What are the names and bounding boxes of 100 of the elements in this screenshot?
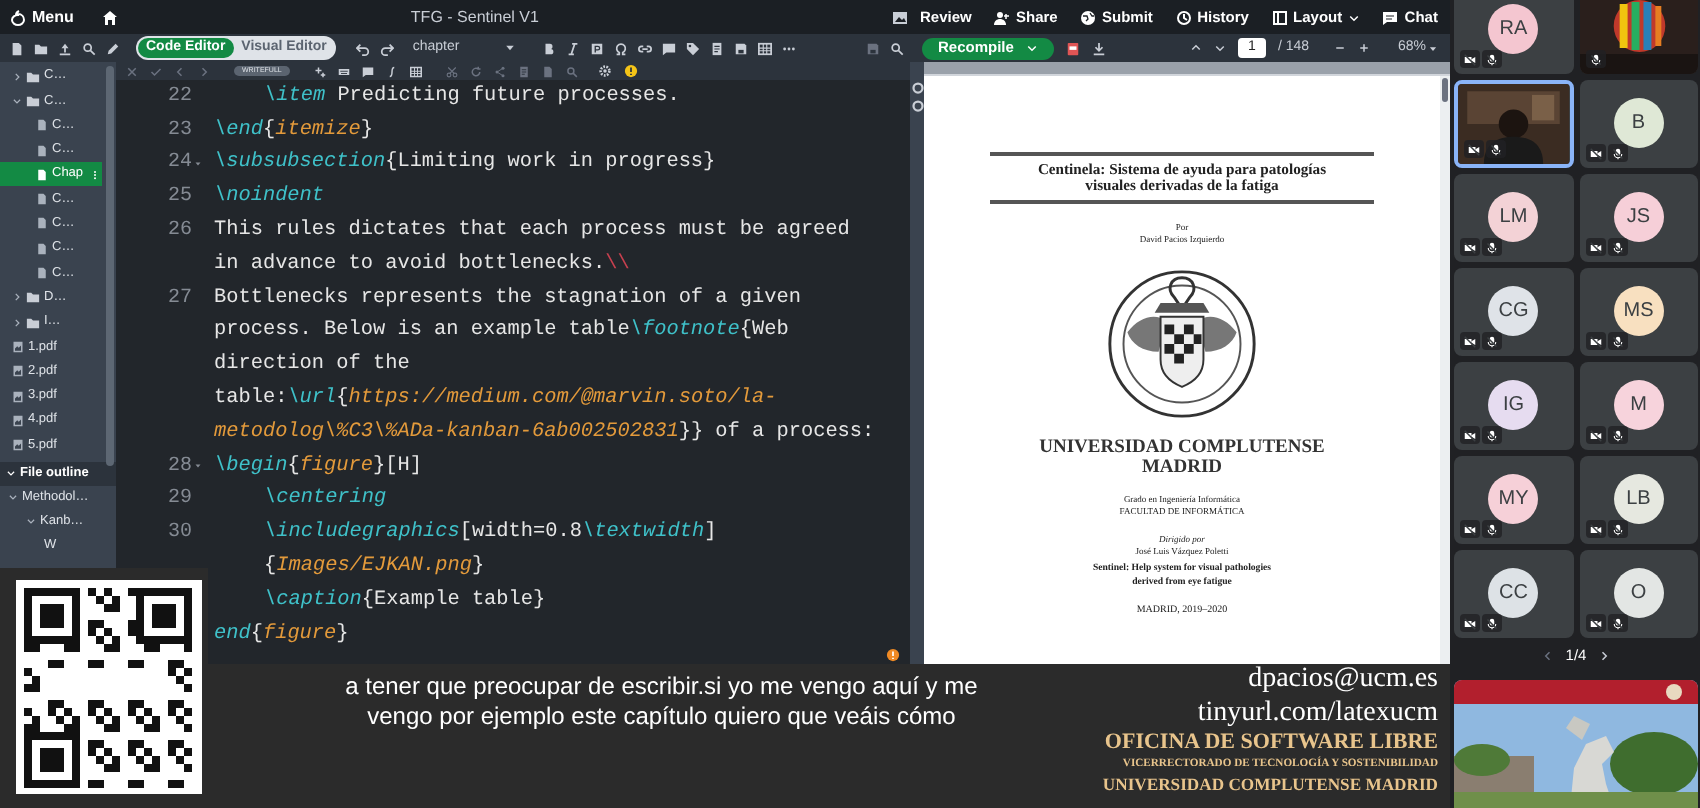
email-text: dpacios@ucm.es bbox=[1248, 662, 1438, 696]
warning-icon[interactable] bbox=[886, 648, 900, 662]
previous-page-icon[interactable] bbox=[1189, 42, 1202, 54]
camera-off-icon bbox=[1464, 335, 1476, 347]
omega-icon[interactable] bbox=[614, 41, 629, 55]
scrollbar[interactable] bbox=[1442, 78, 1448, 102]
code-line: \noindent bbox=[214, 183, 325, 213]
office-name: OFICINA DE SOFTWARE LIBRE bbox=[1104, 730, 1438, 754]
next-page-icon[interactable] bbox=[1213, 42, 1226, 54]
camera-off-icon bbox=[1589, 429, 1601, 441]
home-icon[interactable] bbox=[101, 9, 118, 25]
document-icon[interactable] bbox=[710, 41, 725, 55]
comment-icon[interactable] bbox=[662, 41, 677, 55]
code-line: direction of the bbox=[214, 351, 410, 381]
camera-off-icon bbox=[1589, 241, 1601, 253]
code-line: \item Predicting future processes. bbox=[262, 83, 680, 112]
line-number: 26 bbox=[165, 218, 192, 247]
chevron-down-icon bbox=[26, 516, 36, 527]
next-icon[interactable] bbox=[1598, 650, 1611, 662]
avatar: MS bbox=[1613, 286, 1664, 336]
globe-icon bbox=[1080, 9, 1096, 25]
chevron-down-icon bbox=[6, 468, 16, 479]
university-name: MADRID bbox=[1141, 458, 1223, 478]
download-icon[interactable] bbox=[1091, 41, 1106, 55]
chevron-right-icon[interactable] bbox=[198, 65, 210, 77]
scissors-icon[interactable] bbox=[445, 65, 458, 77]
line-number: 28 bbox=[165, 453, 192, 482]
sparkle-icon[interactable] bbox=[313, 65, 326, 77]
avatar: M bbox=[1613, 380, 1664, 430]
camera-off-icon bbox=[1589, 617, 1601, 629]
chevron-down-icon bbox=[12, 95, 22, 106]
previous-icon[interactable] bbox=[1541, 650, 1554, 662]
window-title: TFG - Sentinel V1 bbox=[408, 5, 541, 29]
notification-icon[interactable] bbox=[623, 64, 638, 78]
share-icon[interactable] bbox=[493, 65, 506, 77]
tag-icon[interactable] bbox=[686, 41, 701, 55]
code-line: in advance to avoid bottlenecks.\\ bbox=[214, 251, 630, 280]
code-line: table:\url{https://medium.com/@marvin.soto/la- bbox=[214, 385, 777, 414]
university-name: UNIVERSIDAD COMPLUTENSE MADRID bbox=[1102, 774, 1438, 794]
code-line: This rules dictates that each process must be agreed bbox=[214, 217, 850, 246]
line-number: 24 bbox=[165, 150, 192, 179]
image-icon[interactable] bbox=[892, 9, 908, 25]
chevron-down-icon bbox=[8, 492, 18, 503]
caret-icon bbox=[1348, 11, 1361, 23]
camera-off-icon bbox=[1464, 523, 1476, 535]
bold-icon[interactable] bbox=[542, 41, 557, 55]
code-line: {Images/EJKAN.png} bbox=[262, 553, 485, 582]
line-number: 25 bbox=[165, 184, 192, 213]
zoom-out-icon[interactable] bbox=[1333, 42, 1346, 54]
caret-icon bbox=[504, 42, 517, 54]
mic-off-icon bbox=[1486, 335, 1498, 347]
reference-icon[interactable] bbox=[590, 41, 605, 55]
avatar: O bbox=[1613, 568, 1664, 618]
link-icon[interactable] bbox=[638, 41, 653, 55]
table-icon[interactable] bbox=[409, 65, 422, 77]
camera-off-icon bbox=[1464, 241, 1476, 253]
mic-off-icon bbox=[1486, 53, 1498, 65]
code-line: end{figure} bbox=[214, 621, 349, 649]
check-icon[interactable] bbox=[150, 65, 162, 77]
camera-off-icon bbox=[1589, 147, 1601, 159]
mic-off-icon bbox=[1486, 523, 1498, 535]
chevron-left-icon[interactable] bbox=[174, 65, 186, 77]
zoom-in-icon[interactable] bbox=[1357, 42, 1370, 54]
avatar: LB bbox=[1613, 474, 1664, 524]
camera-off-icon bbox=[1464, 53, 1476, 65]
avatar: CG bbox=[1488, 286, 1539, 336]
menu-button[interactable]: Menu bbox=[10, 5, 74, 29]
line-number: 27 bbox=[165, 285, 192, 314]
undo-icon[interactable] bbox=[356, 41, 371, 55]
upload-icon[interactable] bbox=[58, 41, 72, 55]
code-line: metodolog\%C3\%ADa-kanban-6ab002502831}} of a process: bbox=[214, 419, 875, 448]
mic-off-icon bbox=[1611, 147, 1623, 159]
chevron-right-icon bbox=[12, 317, 22, 328]
gear-icon[interactable] bbox=[597, 64, 612, 78]
keyboard-icon[interactable] bbox=[337, 65, 350, 77]
leaf-icon bbox=[10, 9, 26, 25]
save-icon[interactable] bbox=[734, 41, 749, 55]
pencil-icon[interactable] bbox=[106, 41, 120, 55]
refresh-icon[interactable] bbox=[469, 65, 482, 77]
table-icon[interactable] bbox=[758, 41, 773, 55]
close-icon[interactable] bbox=[126, 65, 138, 77]
code-line: process. Below is an example table\footnote{Web bbox=[214, 317, 789, 347]
redo-icon[interactable] bbox=[380, 41, 395, 55]
pdf-icon[interactable] bbox=[1065, 41, 1080, 55]
caret-icon bbox=[1428, 43, 1438, 53]
code-line: \includegraphics[width=0.8\textwidth] bbox=[262, 519, 717, 549]
new-file-icon[interactable] bbox=[10, 41, 24, 55]
code-line: \begin{figure}[H] bbox=[214, 453, 422, 482]
image-file-icon bbox=[12, 413, 24, 428]
scrollbar[interactable] bbox=[106, 66, 114, 466]
image-file-icon bbox=[12, 339, 24, 354]
integral-icon[interactable] bbox=[385, 65, 398, 77]
mic-off-icon bbox=[1490, 143, 1502, 155]
chevron-right-icon bbox=[12, 292, 22, 303]
caret-icon bbox=[1025, 42, 1038, 54]
avatar: JS bbox=[1613, 192, 1664, 242]
camera-off-icon bbox=[1464, 617, 1476, 629]
mic-off-icon bbox=[1611, 241, 1623, 253]
camera-off-icon bbox=[1464, 429, 1476, 441]
italic-icon[interactable] bbox=[566, 41, 581, 55]
